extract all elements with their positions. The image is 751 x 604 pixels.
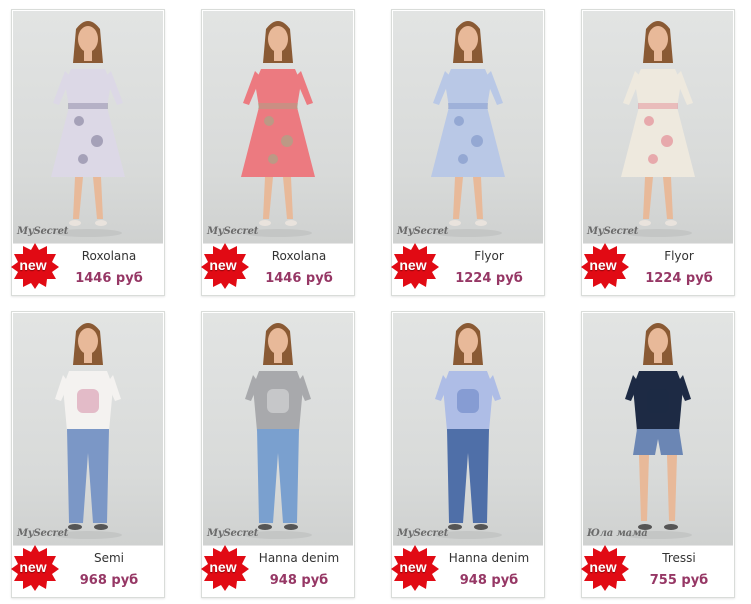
product-price: 1224 руб bbox=[645, 271, 713, 286]
brand-watermark: MySecret bbox=[17, 226, 69, 237]
product-info: new Hanna denim 948 руб bbox=[200, 544, 353, 596]
brand-watermark: MySecret bbox=[397, 528, 449, 539]
product-photo[interactable]: MySecret bbox=[393, 313, 543, 545]
product-card[interactable]: MySecret new Flyor 1224 руб bbox=[391, 9, 545, 296]
brand-watermark: MySecret bbox=[207, 226, 259, 237]
product-price: 1446 руб bbox=[265, 271, 333, 286]
new-badge: new bbox=[390, 544, 440, 592]
product-card[interactable]: MySecret new Semi 968 руб bbox=[11, 311, 165, 598]
model-figure bbox=[241, 21, 315, 237]
new-badge-label: new bbox=[399, 257, 427, 273]
model-figure bbox=[624, 323, 692, 539]
new-badge: new bbox=[580, 242, 630, 290]
product-name[interactable]: Hanna denim bbox=[435, 551, 543, 565]
model-figure bbox=[244, 323, 312, 539]
product-card[interactable]: MySecret new Hanna denim 948 руб bbox=[391, 311, 545, 598]
model-figure bbox=[621, 21, 695, 237]
model-figure bbox=[54, 323, 122, 539]
product-photo[interactable]: MySecret bbox=[13, 313, 163, 545]
product-card[interactable]: MySecret new Hanna denim 948 руб bbox=[201, 311, 355, 598]
new-badge-label: new bbox=[209, 559, 237, 575]
product-photo[interactable]: MySecret bbox=[203, 313, 353, 545]
new-badge-label: new bbox=[19, 257, 47, 273]
new-badge: new bbox=[10, 242, 60, 290]
product-photo[interactable]: MySecret bbox=[393, 11, 543, 243]
new-badge-label: new bbox=[589, 257, 617, 273]
product-info: new Flyor 1224 руб bbox=[390, 242, 543, 294]
product-name[interactable]: Roxolana bbox=[55, 249, 163, 263]
product-info: new Tressi 755 руб bbox=[580, 544, 733, 596]
product-price: 1224 руб bbox=[455, 271, 523, 286]
product-price: 948 руб bbox=[269, 573, 329, 588]
product-price: 968 руб bbox=[79, 573, 139, 588]
brand-watermark: MySecret bbox=[397, 226, 449, 237]
new-badge: new bbox=[390, 242, 440, 290]
new-badge: new bbox=[200, 544, 250, 592]
product-name[interactable]: Hanna denim bbox=[245, 551, 353, 565]
product-grid: MySecret new Roxolana 1446 руб MySecret new R… bbox=[0, 0, 751, 604]
product-info: new Semi 968 руб bbox=[10, 544, 163, 596]
new-badge-label: new bbox=[589, 559, 617, 575]
brand-watermark: MySecret bbox=[17, 528, 69, 539]
product-name[interactable]: Semi bbox=[55, 551, 163, 565]
new-badge-label: new bbox=[399, 559, 427, 575]
brand-watermark: Юла мама bbox=[587, 528, 648, 539]
product-card[interactable]: MySecret new Flyor 1224 руб bbox=[581, 9, 735, 296]
model-figure bbox=[431, 21, 505, 237]
product-name[interactable]: Flyor bbox=[625, 249, 733, 263]
new-badge: new bbox=[580, 544, 630, 592]
product-info: new Roxolana 1446 руб bbox=[10, 242, 163, 294]
model-figure bbox=[51, 21, 125, 237]
brand-watermark: MySecret bbox=[587, 226, 639, 237]
product-card[interactable]: Юла мама new Tressi 755 руб bbox=[581, 311, 735, 598]
new-badge: new bbox=[10, 544, 60, 592]
product-price: 948 руб bbox=[459, 573, 519, 588]
new-badge: new bbox=[200, 242, 250, 290]
product-photo[interactable]: MySecret bbox=[583, 11, 733, 243]
product-photo[interactable]: MySecret bbox=[203, 11, 353, 243]
product-info: new Hanna denim 948 руб bbox=[390, 544, 543, 596]
new-badge-label: new bbox=[19, 559, 47, 575]
new-badge-label: new bbox=[209, 257, 237, 273]
product-name[interactable]: Flyor bbox=[435, 249, 543, 263]
product-price: 1446 руб bbox=[75, 271, 143, 286]
brand-watermark: MySecret bbox=[207, 528, 259, 539]
product-card[interactable]: MySecret new Roxolana 1446 руб bbox=[201, 9, 355, 296]
product-name[interactable]: Roxolana bbox=[245, 249, 353, 263]
product-info: new Flyor 1224 руб bbox=[580, 242, 733, 294]
product-card[interactable]: MySecret new Roxolana 1446 руб bbox=[11, 9, 165, 296]
model-figure bbox=[434, 323, 502, 539]
product-name[interactable]: Tressi bbox=[625, 551, 733, 565]
product-info: new Roxolana 1446 руб bbox=[200, 242, 353, 294]
product-photo[interactable]: Юла мама bbox=[583, 313, 733, 545]
product-price: 755 руб bbox=[649, 573, 709, 588]
product-photo[interactable]: MySecret bbox=[13, 11, 163, 243]
